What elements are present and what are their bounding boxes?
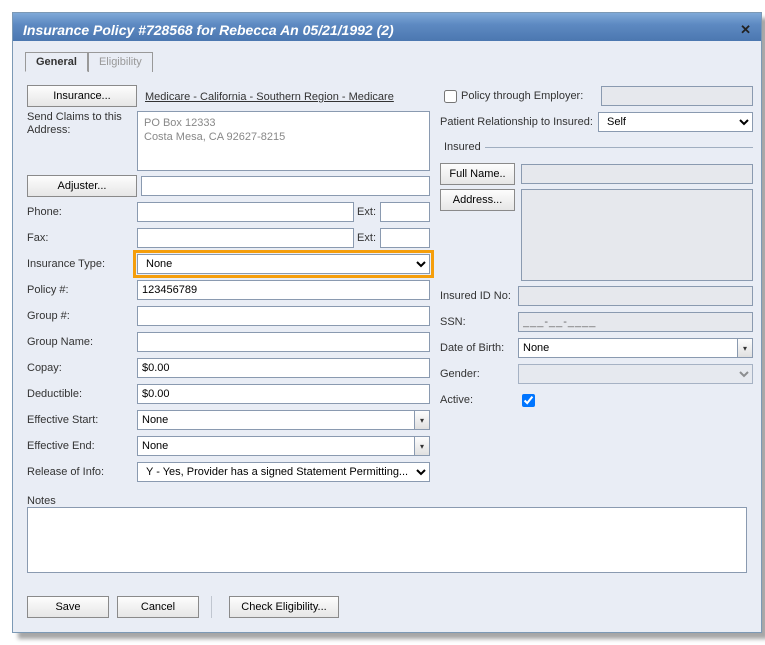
phone-label: Phone:	[27, 206, 137, 218]
groupname-input[interactable]	[137, 332, 430, 352]
policy-through-employer-checkbox[interactable]	[444, 90, 457, 103]
notes-label: Notes	[27, 495, 747, 507]
active-checkbox[interactable]	[522, 394, 535, 407]
check-eligibility-button[interactable]: Check Eligibility...	[229, 596, 339, 618]
group-input[interactable]	[137, 306, 430, 326]
form-area: Insurance... Medicare - California - Sou…	[13, 71, 761, 586]
gender-label: Gender:	[440, 368, 518, 380]
fax-input[interactable]	[137, 228, 354, 248]
deductible-input[interactable]	[137, 384, 430, 404]
phone-ext-input[interactable]	[380, 202, 430, 222]
effstart-dropdown-icon[interactable]: ▾	[414, 410, 430, 430]
insured-legend: Insured	[440, 141, 485, 153]
dob-input[interactable]	[518, 338, 737, 358]
window-title: Insurance Policy #728568 for Rebecca An …	[23, 22, 394, 38]
phone-input[interactable]	[137, 202, 354, 222]
insured-fieldset: Insured Full Name.. Address... Insured I…	[440, 141, 753, 415]
titlebar: Insurance Policy #728568 for Rebecca An …	[13, 13, 761, 41]
insurance-policy-dialog: Insurance Policy #728568 for Rebecca An …	[12, 12, 762, 633]
copay-input[interactable]	[137, 358, 430, 378]
effstart-label: Effective Start:	[27, 414, 137, 426]
adjuster-button[interactable]: Adjuster...	[27, 175, 137, 197]
close-icon[interactable]: ✕	[740, 22, 751, 38]
policy-through-employer-input	[601, 86, 753, 106]
ssn-input	[518, 312, 753, 332]
tab-general[interactable]: General	[25, 52, 88, 72]
claims-address-line1: PO Box 12333	[144, 116, 423, 130]
insured-id-label: Insured ID No:	[440, 290, 518, 302]
release-label: Release of Info:	[27, 466, 137, 478]
dob-dropdown-icon[interactable]: ▾	[737, 338, 753, 358]
phone-ext-label: Ext:	[354, 206, 380, 218]
dob-label: Date of Birth:	[440, 342, 518, 354]
policy-through-employer-label: Policy through Employer:	[461, 90, 601, 102]
gender-select	[518, 364, 753, 384]
fullname-input	[521, 164, 753, 184]
notes-textarea[interactable]	[27, 507, 747, 573]
insurance-type-select[interactable]: None	[137, 254, 430, 274]
cancel-button[interactable]: Cancel	[117, 596, 199, 618]
insurance-plan-link[interactable]: Medicare - California - Southern Region …	[145, 89, 394, 103]
effend-label: Effective End:	[27, 440, 137, 452]
button-divider	[211, 596, 217, 618]
copay-label: Copay:	[27, 362, 137, 374]
insured-id-input	[518, 286, 753, 306]
tab-eligibility[interactable]: Eligibility	[88, 52, 153, 72]
insurance-button[interactable]: Insurance...	[27, 85, 137, 107]
claims-address-line2: Costa Mesa, CA 92627-8215	[144, 130, 423, 144]
active-label: Active:	[440, 394, 518, 406]
effend-dropdown-icon[interactable]: ▾	[414, 436, 430, 456]
fax-label: Fax:	[27, 232, 137, 244]
fullname-button[interactable]: Full Name..	[440, 163, 515, 185]
bottom-bar: Save Cancel Check Eligibility...	[13, 586, 761, 632]
save-button[interactable]: Save	[27, 596, 109, 618]
relationship-select[interactable]: Self	[598, 112, 753, 132]
release-select[interactable]: Y - Yes, Provider has a signed Statement…	[137, 462, 430, 482]
groupname-label: Group Name:	[27, 336, 137, 348]
relationship-label: Patient Relationship to Insured:	[440, 116, 598, 128]
claims-address-box: PO Box 12333 Costa Mesa, CA 92627-8215	[137, 111, 430, 171]
insured-address-box	[521, 189, 753, 281]
adjuster-input[interactable]	[141, 176, 430, 196]
ssn-label: SSN:	[440, 316, 518, 328]
deductible-label: Deductible:	[27, 388, 137, 400]
policy-label: Policy #:	[27, 284, 137, 296]
address-button[interactable]: Address...	[440, 189, 515, 211]
group-label: Group #:	[27, 310, 137, 322]
fax-ext-input[interactable]	[380, 228, 430, 248]
insurance-type-label: Insurance Type:	[27, 258, 137, 270]
tabstrip: General Eligibility	[13, 41, 761, 71]
fax-ext-label: Ext:	[354, 232, 380, 244]
send-claims-label: Send Claims to this Address:	[27, 111, 137, 137]
policy-input[interactable]	[137, 280, 430, 300]
effend-input[interactable]	[137, 436, 414, 456]
effstart-input[interactable]	[137, 410, 414, 430]
